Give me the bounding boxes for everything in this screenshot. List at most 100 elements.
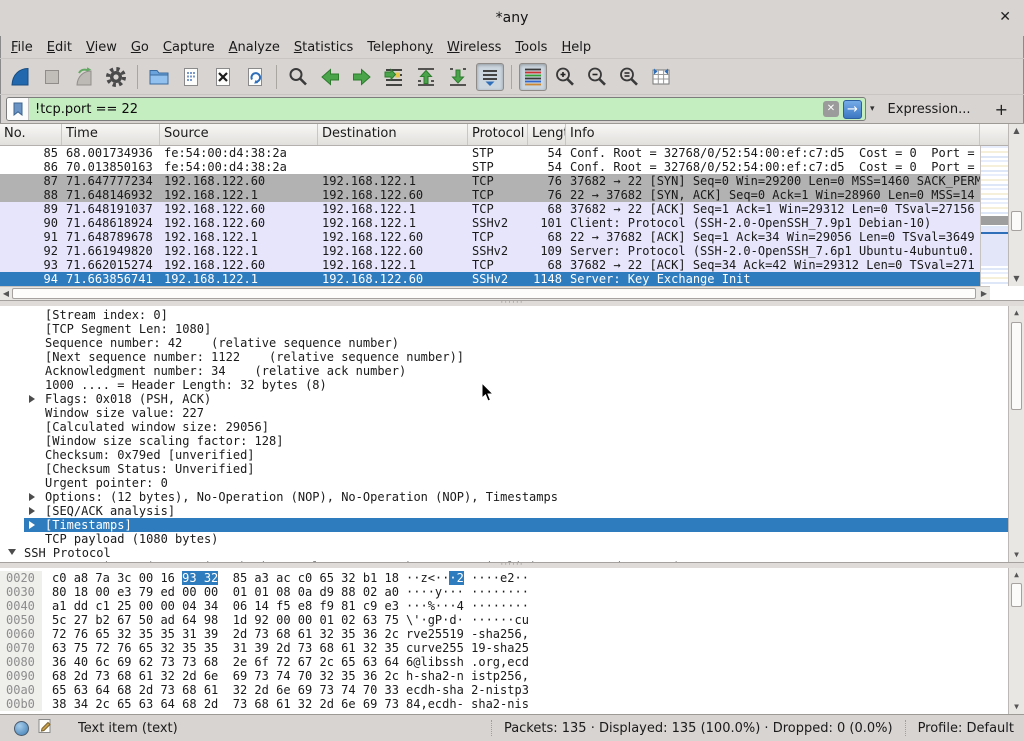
expand-arrow-icon[interactable] (29, 493, 35, 501)
scroll-down-icon[interactable]: ▼ (1009, 273, 1024, 285)
menu-tools[interactable]: Tools (508, 38, 554, 57)
cell-source[interactable]: fe:54:00:d4:38:2a (160, 146, 318, 160)
clear-filter-button[interactable]: ✕ (823, 101, 839, 117)
cell-info[interactable]: Conf. Root = 32768/0/52:54:00:ef:c7:d5 C… (566, 146, 980, 160)
hex-ascii[interactable]: rve25519 -sha256, (406, 627, 529, 641)
cell-length[interactable]: 76 (528, 174, 566, 188)
cell-time[interactable]: 71.648191037 (62, 202, 160, 216)
cell-no[interactable]: 94 (0, 272, 62, 286)
add-filter-button[interactable]: + (995, 100, 1008, 119)
detail-line[interactable]: [Next sequence number: 1122 (relative se… (0, 350, 1008, 364)
go-to-last-packet-button[interactable] (444, 63, 472, 91)
cell-info[interactable]: 37682 → 22 [ACK] Seq=1 Ack=1 Win=29312 L… (566, 202, 980, 216)
cell-time[interactable]: 71.648618924 (62, 216, 160, 230)
cell-time[interactable]: 71.648146932 (62, 188, 160, 202)
cell-source[interactable]: 192.168.122.60 (160, 216, 318, 230)
column-header-no[interactable]: No. (0, 124, 62, 145)
profile-status[interactable]: Profile: Default (918, 721, 1014, 736)
cell-source[interactable]: 192.168.122.1 (160, 272, 318, 286)
detail-line[interactable]: [Window size scaling factor: 128] (0, 434, 1008, 448)
hex-bytes[interactable]: 65 63 64 68 2d 73 68 61 32 2d 6e 69 73 7… (52, 683, 399, 697)
display-filter-input[interactable]: !tcp.port == 22 ✕ → (6, 97, 866, 121)
hex-bytes[interactable]: 72 76 65 32 35 35 31 39 2d 73 68 61 32 3… (52, 627, 399, 641)
apply-filter-button[interactable]: → (843, 100, 862, 119)
cell-protocol[interactable]: SSHv2 (468, 244, 528, 258)
cell-time[interactable]: 71.648789678 (62, 230, 160, 244)
cell-no[interactable]: 93 (0, 258, 62, 272)
cell-destination[interactable]: 192.168.122.1 (318, 216, 468, 230)
hex-bytes[interactable]: 36 40 6c 69 62 73 73 68 2e 6f 72 67 2c 6… (52, 655, 399, 669)
hex-row[interactable]: 007063 75 72 76 65 32 35 35 31 39 2d 73 … (0, 641, 1008, 655)
cell-destination[interactable] (318, 146, 468, 160)
scroll-up-icon[interactable]: ▲ (1009, 125, 1024, 137)
cell-info[interactable]: Conf. Root = 32768/0/52:54:00:ef:c7:d5 C… (566, 160, 980, 174)
cell-protocol[interactable]: TCP (468, 188, 528, 202)
hex-row[interactable]: 0020c0 a8 7a 3c 00 16 93 32 85 a3 ac c0 … (0, 571, 1008, 585)
hex-bytes[interactable]: 80 18 00 e3 79 ed 00 00 01 01 08 0a d9 8… (52, 585, 399, 599)
cell-source[interactable]: fe:54:00:d4:38:2a (160, 160, 318, 174)
cell-time[interactable]: 71.663856741 (62, 272, 160, 286)
cell-destination[interactable]: 192.168.122.60 (318, 188, 468, 202)
hex-row[interactable]: 00505c 27 b2 67 50 ad 64 98 1d 92 00 00 … (0, 613, 1008, 627)
expression-button[interactable]: Expression... (888, 102, 971, 117)
column-header-source[interactable]: Source (160, 124, 318, 145)
hex-row[interactable]: 00a065 63 64 68 2d 73 68 61 32 2d 6e 69 … (0, 683, 1008, 697)
scroll-up-icon[interactable]: ▲ (1009, 569, 1024, 581)
packet-row-86[interactable]: 8670.013850163fe:54:00:d4:38:2aSTP54Conf… (0, 160, 980, 174)
menu-capture[interactable]: Capture (156, 38, 222, 57)
hex-ascii[interactable]: ····y··· ········ (406, 585, 529, 599)
filter-bookmark-button[interactable] (7, 98, 29, 120)
cell-no[interactable]: 87 (0, 174, 62, 188)
hex-bytes[interactable]: 63 75 72 76 65 32 35 35 31 39 2d 73 68 6… (52, 641, 399, 655)
cell-length[interactable]: 76 (528, 188, 566, 202)
column-header-info[interactable]: Info (566, 124, 980, 145)
collapse-arrow-icon[interactable] (8, 549, 16, 555)
save-file-button[interactable] (177, 63, 205, 91)
packet-list-vscrollbar[interactable]: ▲ ▼ (1008, 124, 1024, 286)
cell-destination[interactable] (318, 160, 468, 174)
cell-destination[interactable]: 192.168.122.60 (318, 230, 468, 244)
hex-ascii[interactable]: ···%···4 ········ (406, 599, 529, 613)
hex-ascii[interactable]: \'·gP·d· ······cu (406, 613, 529, 627)
column-header-protocol[interactable]: Protocol (468, 124, 528, 145)
cell-destination[interactable]: 192.168.122.60 (318, 272, 468, 286)
cell-source[interactable]: 192.168.122.1 (160, 230, 318, 244)
column-header-time[interactable]: Time (62, 124, 160, 145)
cell-destination[interactable]: 192.168.122.60 (318, 244, 468, 258)
detail-line[interactable]: Urgent pointer: 0 (0, 476, 1008, 490)
menu-file[interactable]: File (4, 38, 40, 57)
scroll-thumb[interactable] (12, 288, 976, 299)
scroll-down-icon[interactable]: ▼ (1009, 549, 1024, 561)
packet-row-92[interactable]: 9271.661949820192.168.122.1192.168.122.6… (0, 244, 980, 258)
cell-no[interactable]: 91 (0, 230, 62, 244)
expand-arrow-icon[interactable] (29, 507, 35, 515)
cell-info[interactable]: 22 → 37682 [ACK] Seq=1 Ack=34 Win=29056 … (566, 230, 980, 244)
cell-protocol[interactable]: SSHv2 (468, 272, 528, 286)
detail-line[interactable]: [Stream index: 0] (0, 308, 1008, 322)
menu-analyze[interactable]: Analyze (222, 38, 287, 57)
menu-go[interactable]: Go (124, 38, 156, 57)
column-header-length[interactable]: Length (528, 124, 566, 145)
hex-ascii[interactable]: curve255 19-sha25 (406, 641, 529, 655)
expand-arrow-icon[interactable] (29, 521, 35, 529)
find-packet-button[interactable] (284, 63, 312, 91)
zoom-original-button[interactable] (615, 63, 643, 91)
cell-source[interactable]: 192.168.122.1 (160, 188, 318, 202)
detail-line[interactable]: [Timestamps] (24, 518, 1008, 532)
cell-length[interactable]: 68 (528, 202, 566, 216)
zoom-in-button[interactable] (551, 63, 579, 91)
cell-length[interactable]: 68 (528, 230, 566, 244)
scroll-up-icon[interactable]: ▲ (1009, 307, 1024, 319)
hex-bytes[interactable]: a1 dd c1 25 00 00 04 34 06 14 f5 e8 f9 8… (52, 599, 399, 613)
scroll-thumb[interactable] (1011, 322, 1022, 410)
hex-ascii[interactable]: ecdh-sha 2-nistp3 (406, 683, 529, 697)
cell-source[interactable]: 192.168.122.1 (160, 244, 318, 258)
go-to-first-packet-button[interactable] (412, 63, 440, 91)
column-header-destination[interactable]: Destination (318, 124, 468, 145)
packet-row-87[interactable]: 8771.647777234192.168.122.60192.168.122.… (0, 174, 980, 188)
menu-edit[interactable]: Edit (40, 38, 79, 57)
cell-protocol[interactable]: SSHv2 (468, 216, 528, 230)
cell-time[interactable]: 71.662015274 (62, 258, 160, 272)
hex-ascii[interactable]: h-sha2-n istp256, (406, 669, 529, 683)
cell-time[interactable]: 68.001734936 (62, 146, 160, 160)
